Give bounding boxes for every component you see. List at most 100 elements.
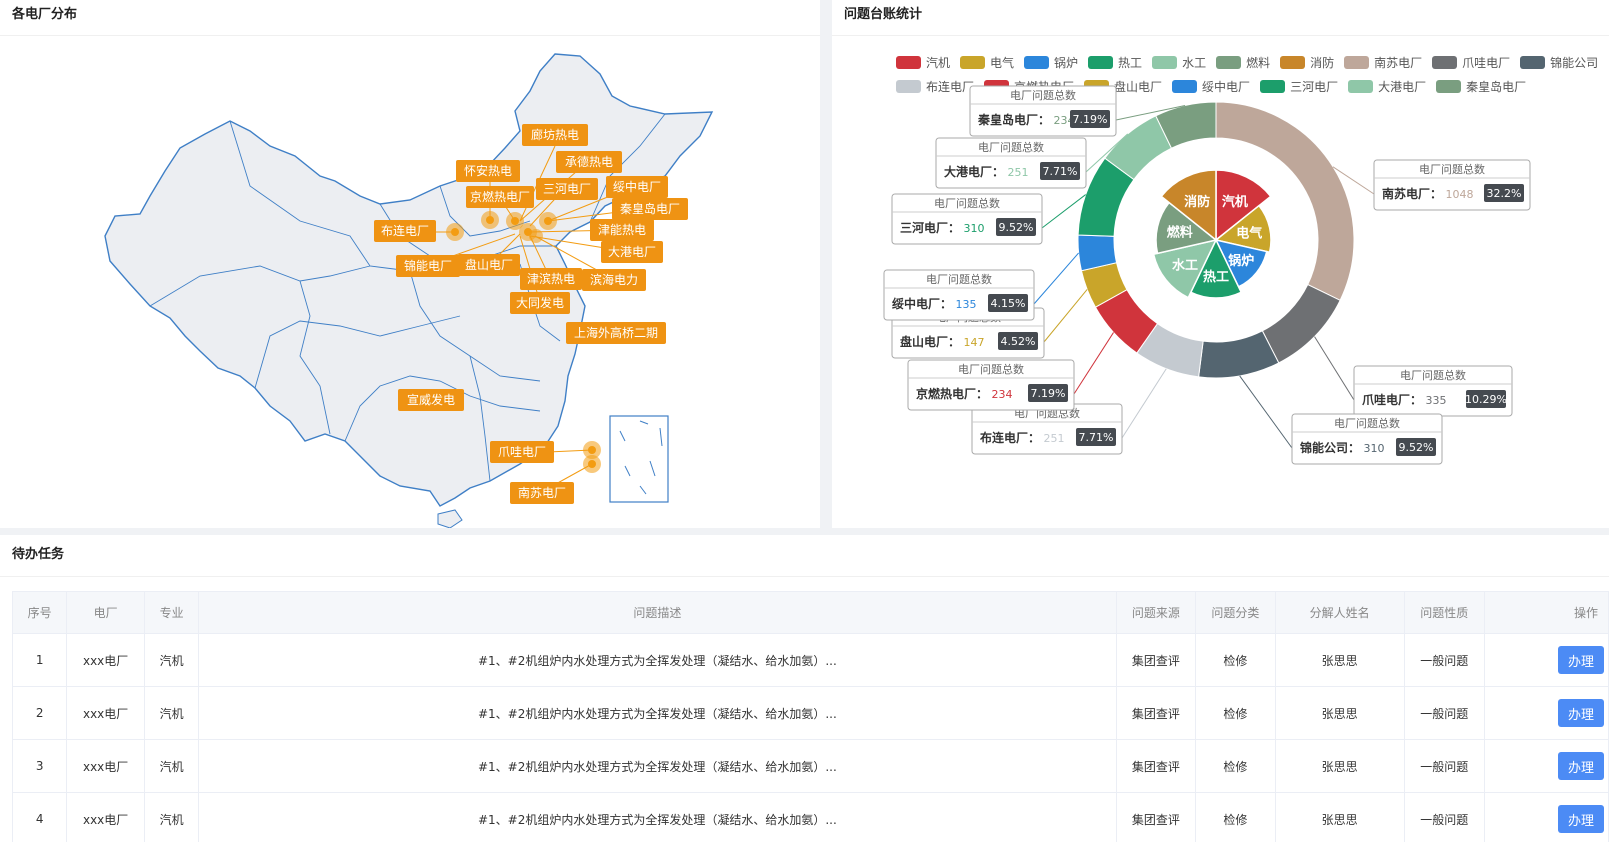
chart-panel-title: 问题台账统计: [832, 0, 1609, 36]
plant-label-text: 锦能电厂: [404, 259, 452, 273]
tooltip-body: 盘山电厂： 147: [900, 334, 985, 349]
plant-label[interactable]: 大港电厂: [601, 241, 663, 263]
plant-label[interactable]: 上海外高桥二期: [566, 322, 666, 344]
plant-label[interactable]: 京燃热电厂: [466, 186, 534, 208]
plant-label-text: 秦皇岛电厂: [620, 201, 680, 216]
plant-label[interactable]: 三河电厂: [536, 178, 598, 200]
tooltip-body: 京燃热电厂： 234: [916, 386, 1013, 401]
tooltip-value: 335: [1422, 394, 1447, 407]
plant-label[interactable]: 廊坊热电: [522, 124, 588, 146]
cell-major: 汽机: [143, 686, 200, 740]
plant-label[interactable]: 盘山电厂: [458, 254, 520, 276]
plant-label[interactable]: 绥中电厂: [606, 176, 668, 198]
plant-label-text: 京燃热电厂: [470, 189, 530, 204]
col-header-desc: 问题描述: [198, 591, 1117, 634]
plant-tooltip: 电厂问题总数布连电厂： 251 7.71%: [971, 403, 1123, 455]
tooltip-percent: 4.52%: [1001, 335, 1036, 348]
tooltip-leader: [1239, 375, 1293, 449]
tooltip-body: 南苏电厂： 1048: [1382, 186, 1474, 201]
col-header-action: 操作: [1484, 591, 1609, 634]
tooltip-plant-name: 爪哇电厂：: [1362, 392, 1422, 407]
tooltip-body: 绥中电厂： 135: [892, 296, 977, 311]
cell-no: 4: [11, 792, 68, 842]
cell-plant: xxx电厂: [66, 739, 145, 793]
table-row: 4 xxx电厂 汽机 #1、#2机组炉内水处理方式为全挥发处理（凝结水、给水加氨…: [11, 792, 1609, 842]
tooltip-body: 三河电厂： 310: [900, 220, 985, 235]
outer-ring-slice[interactable]: [1261, 283, 1341, 364]
cell-desc: #1、#2机组炉内水处理方式为全挥发处理（凝结水、给水加氨）...: [198, 686, 1117, 740]
inner-pie-label: 水工: [1172, 258, 1198, 274]
handle-button[interactable]: 办理: [1558, 699, 1604, 727]
plant-tooltip: 电厂问题总数绥中电厂： 135 4.15%: [883, 269, 1035, 321]
map-panel-title: 各电厂分布: [0, 0, 820, 36]
tooltip-value: 234: [988, 388, 1013, 401]
plant-label[interactable]: 津滨热电: [520, 268, 582, 290]
plant-label[interactable]: 布连电厂: [374, 220, 436, 242]
inner-pie-label: 电气: [1236, 225, 1262, 241]
tooltip-heading: 电厂问题总数: [1010, 88, 1076, 102]
tooltip-value: 310: [960, 222, 985, 235]
plant-label[interactable]: 滨海电力: [582, 269, 646, 291]
tooltip-heading: 电厂问题总数: [926, 272, 992, 286]
col-header-plant: 电厂: [66, 591, 145, 634]
plant-label[interactable]: 津能热电: [590, 219, 654, 241]
plant-label[interactable]: 怀安热电: [456, 160, 520, 182]
col-header-no: 序号: [11, 591, 68, 634]
cell-category: 检修: [1195, 686, 1276, 740]
plant-label-text: 爪哇电厂: [498, 445, 546, 459]
tooltip-plant-name: 绥中电厂：: [892, 296, 952, 311]
tooltip-percent: 10.29%: [1465, 393, 1507, 406]
inner-pie-label: 热工: [1203, 269, 1229, 285]
handle-button[interactable]: 办理: [1558, 646, 1604, 674]
cell-category: 检修: [1195, 633, 1276, 687]
cell-desc: #1、#2机组炉内水处理方式为全挥发处理（凝结水、给水加氨）...: [198, 633, 1117, 687]
plant-tooltip: 电厂问题总数南苏电厂： 1048 32.2%: [1373, 159, 1531, 211]
table-header-row: 序号 电厂 专业 问题描述 问题来源 问题分类 分解人姓名 问题性质 操作: [11, 591, 1609, 634]
plant-label-text: 三河电厂: [543, 182, 591, 196]
plant-label[interactable]: 宣威发电: [398, 389, 464, 411]
tooltip-heading: 电厂问题总数: [1419, 162, 1485, 176]
handle-button[interactable]: 办理: [1558, 805, 1604, 833]
col-header-category: 问题分类: [1195, 591, 1276, 634]
issue-donut-chart[interactable]: 汽机电气锅炉热工水工燃料消防 电厂问题总数南苏电厂： 1048 32.2%电厂问题…: [832, 36, 1609, 528]
plant-tooltip: 电厂问题总数秦皇岛电厂： 2347.19%: [969, 85, 1117, 137]
plant-label[interactable]: 锦能电厂: [396, 255, 460, 277]
cell-source: 集团查评: [1115, 739, 1197, 793]
tooltip-percent: 9.52%: [1399, 441, 1434, 454]
cell-action: 办理: [1484, 792, 1609, 842]
plant-label-text: 布连电厂: [381, 223, 429, 238]
col-header-major: 专业: [143, 591, 200, 634]
tooltip-heading: 电厂问题总数: [934, 196, 1000, 210]
tooltip-value: 1048: [1442, 188, 1474, 201]
tooltip-heading: 电厂问题总数: [978, 140, 1044, 154]
cell-desc: #1、#2机组炉内水处理方式为全挥发处理（凝结水、给水加氨）...: [198, 792, 1117, 842]
cell-person: 张思思: [1274, 633, 1405, 687]
table-row: 2 xxx电厂 汽机 #1、#2机组炉内水处理方式为全挥发处理（凝结水、给水加氨…: [11, 686, 1609, 740]
cell-no: 3: [11, 739, 68, 793]
plant-label[interactable]: 爪哇电厂: [490, 441, 554, 463]
tooltip-heading: 电厂问题总数: [1334, 416, 1400, 430]
tooltip-body: 大港电厂： 251: [944, 164, 1029, 179]
plant-label[interactable]: 承德热电: [556, 151, 622, 173]
tooltip-leader: [1121, 368, 1167, 439]
china-map[interactable]: 廊坊热电怀安热电 承德热电京燃热电厂三河电厂 绥中电厂秦皇岛电厂布连电厂 津能热电大港…: [0, 36, 820, 528]
issue-stats-panel: 问题台账统计 汽机电气锅炉热工水工燃料消防南苏电厂爪哇电厂锦能公司 布连电厂京燃…: [832, 0, 1609, 528]
cell-source: 集团查评: [1115, 686, 1197, 740]
tooltip-percent: 7.71%: [1079, 431, 1114, 444]
cell-desc: #1、#2机组炉内水处理方式为全挥发处理（凝结水、给水加氨）...: [198, 739, 1117, 793]
plant-label[interactable]: 秦皇岛电厂: [612, 198, 688, 220]
south-china-sea-inset: [609, 415, 669, 503]
tooltip-value: 310: [1360, 442, 1385, 455]
plant-label-text: 绥中电厂: [613, 179, 661, 194]
tooltip-plant-name: 盘山电厂：: [900, 334, 960, 349]
plant-label[interactable]: 南苏电厂: [510, 482, 574, 504]
inset-islands: [619, 420, 663, 495]
plant-label[interactable]: 大同发电: [510, 292, 570, 314]
plant-label-text: 大同发电: [516, 295, 564, 310]
handle-button[interactable]: 办理: [1558, 752, 1604, 780]
tooltip-body: 锦能公司： 310: [1300, 440, 1385, 455]
cell-action: 办理: [1484, 739, 1609, 793]
tooltip-heading: 电厂问题总数: [1400, 368, 1466, 382]
tooltip-leader: [1033, 252, 1079, 305]
inner-pie-label: 汽机: [1222, 194, 1248, 210]
